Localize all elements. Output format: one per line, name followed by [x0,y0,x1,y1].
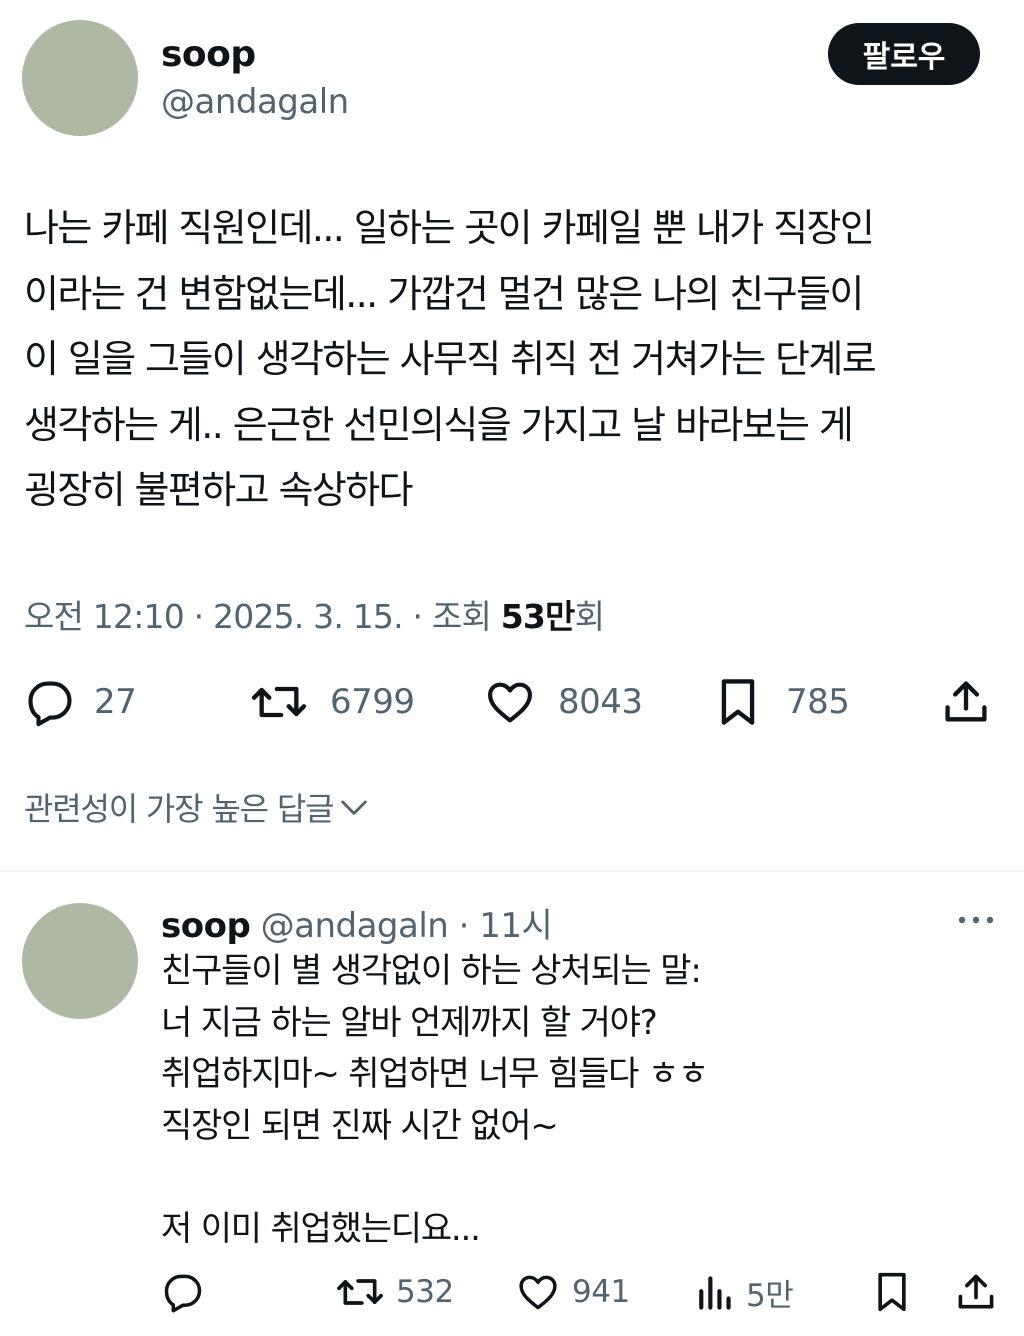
reply-like-count: 941 [572,1274,630,1310]
tweet-text: 나는 카페 직원인데... 일하는 곳이 카페일 뿐 내가 직장인 이라는 건 … [24,196,1009,524]
tweet-time[interactable]: 오전 12:10 [24,597,185,636]
reply-retweet-button[interactable]: 532 [336,1270,454,1314]
share-icon [958,1274,994,1309]
reply-text-line: 친구들이 별 생각없이 하는 상처되는 말: [161,951,702,991]
user-handle[interactable]: @andagaln [161,82,349,122]
tweet-date[interactable]: 2025. 3. 15. [213,597,404,636]
tweet-text-line: 굉장히 불편하고 속상하다 [24,468,414,512]
reply-count: 27 [94,682,137,722]
reply-like-button[interactable]: 941 [516,1270,630,1314]
reply-display-name[interactable]: soop [161,906,251,946]
views-count: 53만 [500,597,576,636]
retweet-icon [337,1279,383,1305]
reply-bookmark-button[interactable] [872,1270,912,1314]
bookmark-icon [878,1272,906,1312]
reply-text-line [161,1152,708,1204]
share-button[interactable] [940,676,992,728]
tweet-text-line: 이 일을 그들이 생각하는 사무직 취직 전 거쳐가는 단계로 [24,337,877,381]
retweet-count: 6799 [330,682,415,722]
share-icon [945,681,987,722]
reply-header: soop @andagaln · 11시 [161,898,553,947]
reply-share-button[interactable] [954,1270,998,1314]
reply-avatar[interactable] [22,903,138,1019]
bookmark-icon [721,679,755,725]
divider [0,870,1024,872]
like-icon [488,682,532,723]
views-icon [699,1275,731,1310]
meta-separator: · [402,597,432,636]
reply-text-line: 너 지금 하는 알바 언제까지 할 거야? [161,1002,658,1043]
tweet-meta: 오전 12:10 · 2025. 3. 15. · 조회 53만회 [24,590,605,638]
reply-button[interactable]: 27 [24,676,137,728]
retweet-icon [251,686,307,718]
bookmark-button[interactable]: 785 [714,676,850,728]
reply-text: 친구들이 별 생각없이 하는 상처되는 말: 너 지금 하는 알바 언제까지 할… [161,946,709,1255]
reply-icon [164,1274,202,1313]
chevron-down-icon [341,800,368,815]
like-count: 8043 [558,682,643,722]
like-button[interactable]: 8043 [484,676,643,728]
like-icon [519,1275,557,1310]
reply-text-line: 취업하지마~ 취업하면 너무 힘들다 ㅎㅎ [161,1054,709,1094]
reply-handle[interactable]: @andagaln [261,906,449,946]
tweet-text-line: 이라는 건 변함없는데... 가깝건 멀건 많은 나의 친구들이 [24,271,864,316]
display-name[interactable]: soop [161,34,256,75]
avatar[interactable] [22,20,138,136]
tweet-text-line: 나는 카페 직원인데... 일하는 곳이 카페일 뿐 내가 직장인 [24,206,875,250]
reply-icon [28,681,72,727]
retweet-button[interactable]: 6799 [250,676,415,728]
bookmark-count: 785 [786,682,850,722]
reply-views-count: 5만 [746,1278,794,1314]
reply-sort-selector[interactable]: 관련성이 가장 높은 답글 [24,784,371,830]
reply-text-line: 직장인 되면 진짜 시간 없어~ [161,1105,559,1146]
reply-text-line: 저 이미 취업했는디요... [161,1208,481,1249]
tweet-text-line: 생각하는 게.. 은근한 선민의식을 가지고 날 바라보는 게 [24,402,854,447]
views-prefix: 조회 [431,597,501,636]
reply-separator: · [448,906,480,946]
meta-separator: · [183,597,213,636]
reply-time[interactable]: 11시 [479,906,553,946]
follow-button[interactable]: 팔로우 [828,23,980,85]
sort-label: 관련성이 가장 높은 답글 [24,790,335,828]
more-icon[interactable] [956,910,996,930]
reply-reply-button[interactable] [161,1270,205,1314]
reply-retweet-count: 532 [396,1274,454,1310]
views-suffix: 회 [574,597,605,636]
reply-views-button[interactable]: 5만 [694,1270,794,1315]
